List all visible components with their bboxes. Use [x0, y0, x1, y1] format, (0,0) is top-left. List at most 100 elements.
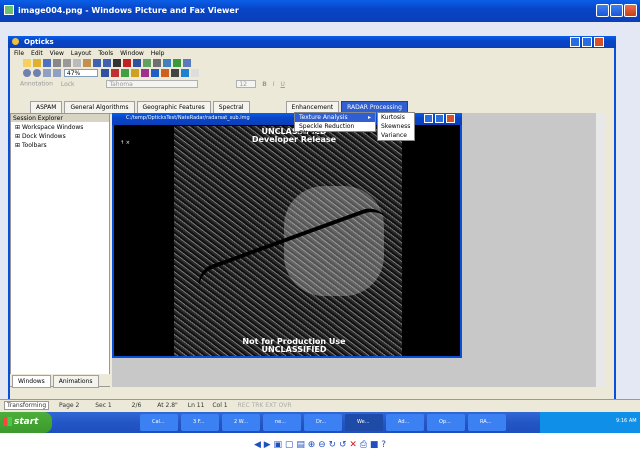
- cursor-icon[interactable]: [170, 69, 179, 77]
- pan-icon[interactable]: [53, 69, 61, 77]
- polygon-icon[interactable]: [150, 69, 159, 77]
- status-flags: REC TRK EXT OVR: [237, 402, 292, 409]
- save-viewer-icon[interactable]: ■: [370, 440, 379, 450]
- rotate-icon[interactable]: [110, 69, 119, 77]
- plugin-tabs: ASPAM General Algorithms Geographic Featur…: [10, 100, 614, 114]
- print-icon[interactable]: [53, 59, 61, 67]
- taskbar-item-5[interactable]: Dr...: [304, 414, 342, 431]
- menu-item-texture-analysis[interactable]: Texture Analysis ▸: [295, 113, 375, 122]
- info-icon[interactable]: [180, 69, 189, 77]
- submenu-skewness[interactable]: Skewness: [381, 123, 411, 132]
- cut-icon[interactable]: [63, 59, 71, 67]
- taskbar-item-1[interactable]: Cal...: [140, 414, 178, 431]
- submenu-variance[interactable]: Variance: [381, 132, 411, 141]
- menu-layout[interactable]: Layout: [71, 50, 91, 57]
- menu-help[interactable]: Help: [151, 50, 165, 57]
- underline-button[interactable]: U: [280, 81, 284, 88]
- taskbar-item-3[interactable]: 2 W...: [222, 414, 260, 431]
- doc-icon[interactable]: [190, 69, 199, 77]
- fit-icon[interactable]: [100, 69, 109, 77]
- slideshow-icon[interactable]: ▤: [296, 440, 305, 450]
- redo-icon[interactable]: [103, 59, 111, 67]
- opticks-titlebar[interactable]: Opticks: [8, 36, 616, 48]
- measure-icon[interactable]: [130, 69, 139, 77]
- annotate-icon[interactable]: [140, 69, 149, 77]
- flip-icon[interactable]: [120, 69, 129, 77]
- layers-icon[interactable]: [143, 59, 151, 67]
- font-combo[interactable]: Tahoma: [106, 80, 199, 88]
- menu-edit[interactable]: Edit: [31, 50, 43, 57]
- workspace-scrollbar[interactable]: [596, 113, 606, 387]
- select-icon[interactable]: [113, 59, 121, 67]
- taskbar-item-9[interactable]: RA...: [468, 414, 506, 431]
- menu-view[interactable]: View: [50, 50, 64, 57]
- open-icon[interactable]: [33, 59, 41, 67]
- tab-animations[interactable]: Animations: [52, 375, 99, 388]
- zoom-out-viewer-icon[interactable]: ⊖: [318, 440, 326, 450]
- menu-tools[interactable]: Tools: [98, 50, 113, 57]
- actual-size-icon[interactable]: ▢: [285, 440, 294, 450]
- triangle-icon[interactable]: [160, 69, 169, 77]
- rotate-ccw-icon[interactable]: ↺: [339, 440, 347, 450]
- help-icon[interactable]: ?: [381, 440, 386, 450]
- bold-button[interactable]: B: [262, 81, 267, 88]
- previous-image-icon[interactable]: ◀: [254, 440, 261, 450]
- image-minimize-button[interactable]: [424, 114, 433, 123]
- radar-image[interactable]: [174, 126, 402, 356]
- viewer-minimize-button[interactable]: [596, 4, 609, 17]
- classification-bottom: Not for Production Use UNCLASSIFIED: [242, 337, 346, 354]
- histogram-icon[interactable]: [133, 59, 141, 67]
- taskbar-item-8[interactable]: Op...: [427, 414, 465, 431]
- menu-file[interactable]: File: [14, 50, 24, 57]
- zoom-combo[interactable]: 47%: [63, 69, 98, 77]
- tab-windows[interactable]: Windows: [12, 375, 51, 388]
- taskbar-item-2[interactable]: 3 F...: [181, 414, 219, 431]
- zoom-out-icon[interactable]: [33, 69, 41, 77]
- toolbar-row-2: 47%: [10, 68, 614, 79]
- image-maximize-button[interactable]: [435, 114, 444, 123]
- chart-icon[interactable]: [163, 59, 171, 67]
- taskbar-item-6[interactable]: We...: [345, 414, 383, 431]
- clock[interactable]: 9:16 AM: [616, 418, 637, 424]
- print-viewer-icon[interactable]: ⎙: [360, 440, 367, 450]
- submenu-kurtosis[interactable]: Kurtosis: [381, 114, 411, 123]
- image-close-button[interactable]: [446, 114, 455, 123]
- session-explorer-title: Session Explorer: [11, 114, 109, 122]
- next-image-icon[interactable]: ▶: [264, 440, 271, 450]
- link-icon[interactable]: [153, 59, 161, 67]
- paste-icon[interactable]: [83, 59, 91, 67]
- window-icon[interactable]: [183, 59, 191, 67]
- font-size-combo[interactable]: 12: [236, 80, 257, 88]
- zoom-in-viewer-icon[interactable]: ⊕: [308, 440, 316, 450]
- save-icon[interactable]: [43, 59, 51, 67]
- delete-icon[interactable]: ✕: [349, 440, 357, 450]
- opticks-minimize-button[interactable]: [570, 37, 580, 47]
- viewer-maximize-button[interactable]: [610, 4, 623, 17]
- menu-item-speckle-reduction[interactable]: Speckle Reduction Filters ▸: [295, 122, 375, 137]
- status-sec: Sec 1: [95, 402, 112, 409]
- zoom-in-icon[interactable]: [23, 69, 31, 77]
- start-button[interactable]: start: [0, 412, 52, 433]
- tree-item-dock[interactable]: ⊞ Dock Windows: [15, 133, 109, 140]
- viewer-close-button[interactable]: [624, 4, 637, 17]
- tree-item-workspace[interactable]: ⊞ Workspace Windows: [15, 124, 109, 131]
- rotate-cw-icon[interactable]: ↻: [329, 440, 337, 450]
- best-fit-icon[interactable]: ▣: [274, 440, 283, 450]
- opticks-maximize-button[interactable]: [582, 37, 592, 47]
- status-col: Col 1: [212, 402, 228, 409]
- toolbar-row-1: [10, 58, 614, 68]
- zoom-rect-icon[interactable]: [43, 69, 51, 77]
- menu-window[interactable]: Window: [120, 50, 144, 57]
- viewer-titlebar[interactable]: image004.png - Windows Picture and Fax V…: [0, 0, 640, 22]
- lock-button[interactable]: Lock: [61, 81, 75, 88]
- italic-button[interactable]: I: [273, 81, 275, 88]
- tree-item-toolbars[interactable]: ⊞ Toolbars: [15, 142, 109, 149]
- opticks-close-button[interactable]: [594, 37, 604, 47]
- new-icon[interactable]: [23, 59, 31, 67]
- color-icon[interactable]: [123, 59, 131, 67]
- grid-icon[interactable]: [173, 59, 181, 67]
- undo-icon[interactable]: [93, 59, 101, 67]
- taskbar-item-4[interactable]: ne...: [263, 414, 301, 431]
- taskbar-item-7[interactable]: Ad...: [386, 414, 424, 431]
- copy-icon[interactable]: [73, 59, 81, 67]
